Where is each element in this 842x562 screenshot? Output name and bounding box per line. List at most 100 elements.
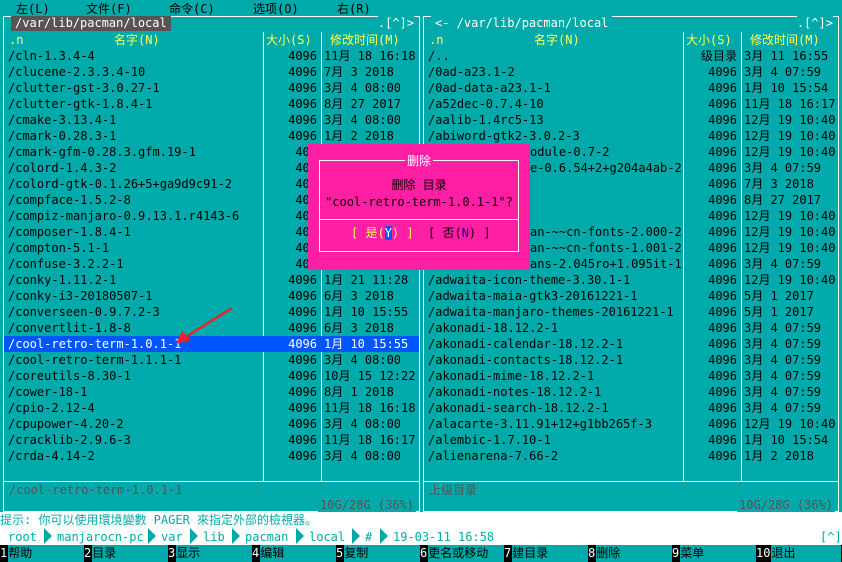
left-col-name[interactable]: 名字(N): [114, 32, 160, 48]
key-f3-view[interactable]: 3显示: [168, 545, 253, 562]
file-mtime: 6月 3 2018: [324, 289, 394, 303]
file-mtime: 10月 15 12:22: [324, 369, 416, 383]
file-row[interactable]: /conky-i3-20180507-1 4096 6月 3 2018: [4, 288, 419, 304]
file-name: odule-0.7-2: [530, 145, 610, 159]
file-row[interactable]: /clutter-gtk-1.8.4-1 4096 8月 27 2017: [4, 96, 419, 112]
left-col-size[interactable]: 大小(S): [266, 32, 312, 48]
file-size: 4096: [288, 417, 317, 431]
file-size: 4096: [708, 241, 737, 255]
command-line[interactable]: root manjarocn-pc var lib pacman local #…: [0, 528, 842, 545]
file-size: 4096: [708, 417, 737, 431]
menu-file[interactable]: 文件(F): [86, 1, 132, 17]
file-row[interactable]: /akonadi-search-18.12.2-1 4096 3月 4 07:59: [424, 400, 838, 416]
right-panel-path[interactable]: <- /var/lib/pacman/local: [431, 16, 613, 31]
file-row[interactable]: /clucene-2.3.3.4-10 4096 7月 3 2018: [4, 64, 419, 80]
file-row[interactable]: /.. 级目录 3月 11 16:55: [424, 48, 838, 64]
file-name: /a52dec-0.7.4-10: [428, 97, 544, 111]
key-f10-quit[interactable]: 10退出: [756, 545, 842, 562]
delete-dialog-target: "cool-retro-term-1.0.1-1"?: [325, 195, 513, 209]
file-row[interactable]: /conky-1.11.2-1 4096 1月 21 11:28: [4, 272, 419, 288]
right-col-mtime[interactable]: 修改时间(M): [750, 32, 820, 48]
key-f9-pulldown[interactable]: 9菜单: [672, 545, 757, 562]
file-name: /akonadi-search-18.12.2-1: [428, 401, 609, 415]
file-mtime: 3月 4 08:00: [324, 81, 402, 95]
file-row[interactable]: /akonadi-calendar-18.12.2-1 4096 3月 4 07:…: [424, 336, 838, 352]
left-panel-path[interactable]: /var/lib/pacman/local: [11, 16, 171, 31]
menu-command[interactable]: 命令(C): [169, 1, 215, 17]
file-size: 级目录: [700, 49, 737, 63]
file-row[interactable]: /a52dec-0.7.4-10 4096 11月 18 16:17: [424, 96, 838, 112]
file-row[interactable]: /cool-retro-term-1.1.1-1 4096 3月 4 08:00: [4, 352, 419, 368]
file-row[interactable]: /akonadi-mime-18.12.2-1 4096 3月 4 07:59: [424, 368, 838, 384]
file-size: 4096: [288, 81, 317, 95]
file-name: /compton-5.1-1: [8, 241, 110, 255]
file-row[interactable]: /cmake-3.13.4-1 4096 3月 4 08:00: [4, 112, 419, 128]
key-f5-copy[interactable]: 5复制: [336, 545, 421, 562]
file-row[interactable]: /aalib-1.4rc5-13 4096 12月 19 10:40: [424, 112, 838, 128]
crumb-separator-icon: [296, 528, 304, 544]
file-row[interactable]: /akonadi-18.12.2-1 4096 3月 4 07:59: [424, 320, 838, 336]
file-name: /crda-4.14-2: [8, 449, 95, 463]
file-name: /cool-retro-term-1.1.1-1: [8, 353, 182, 367]
file-row[interactable]: /abiword-gtk2-3.0.2-3 4096 12月 19 10:40: [424, 128, 838, 144]
file-row[interactable]: /adwaita-manjaro-themes-20161221-1 4096 5…: [424, 304, 838, 320]
file-row[interactable]: /cln-1.3.4-4 4096 11月 18 16:18: [4, 48, 419, 64]
file-row[interactable]: /coreutils-8.30-1 4096 10月 15 12:22: [4, 368, 419, 384]
left-col-mtime[interactable]: 修改时间(M): [330, 32, 400, 48]
cmdline-corner[interactable]: [^]: [820, 529, 842, 545]
file-row[interactable]: /0ad-a23.1-2 4096 3月 4 07:59: [424, 64, 838, 80]
file-size: 4096: [708, 65, 737, 79]
file-row[interactable]: /akonadi-notes-18.12.2-1 4096 3月 4 07:59: [424, 384, 838, 400]
file-mtime: 3月 4 08:00: [324, 353, 402, 367]
delete-dialog-message: 删除 目录: [391, 178, 447, 192]
key-number: 2: [84, 546, 93, 560]
file-size: 4096: [288, 129, 317, 143]
file-mtime: 12月 19 10:40: [744, 273, 836, 287]
file-row[interactable]: /alembic-1.7.10-1 4096 1月 10 15:54: [424, 432, 838, 448]
menu-options[interactable]: 选项(O): [253, 1, 299, 17]
file-row[interactable]: /akonadi-contacts-18.12.2-1 4096 3月 4 07:…: [424, 352, 838, 368]
file-row[interactable]: /cracklib-2.9.6-3 4096 11月 18 16:17: [4, 432, 419, 448]
file-row[interactable]: /clutter-gst-3.0.27-1 4096 3月 4 08:00: [4, 80, 419, 96]
right-sort-indicator[interactable]: .n: [429, 32, 443, 48]
file-size: 4096: [288, 449, 317, 463]
file-mtime: 3月 4 08:00: [324, 449, 402, 463]
file-row[interactable]: /cpupower-4.20-2 4096 3月 4 08:00: [4, 416, 419, 432]
file-mtime: 5月 1 2017: [744, 289, 814, 303]
key-f4-edit[interactable]: 4编辑: [252, 545, 337, 562]
crumb-datetime: 19-03-11 16:58: [393, 530, 495, 544]
yes-button[interactable]: [ 是(Y) ]: [351, 225, 414, 241]
file-row[interactable]: /crda-4.14-2 4096 3月 4 08:00: [4, 448, 419, 464]
file-row[interactable]: /alacarte-3.11.91+12+g1bb265f-3 4096 12月 1…: [424, 416, 838, 432]
file-mtime: 3月 4 07:59: [744, 321, 822, 335]
file-row[interactable]: /cmark-0.28.3-1 4096 1月 2 2018: [4, 128, 419, 144]
right-col-size[interactable]: 大小(S): [686, 32, 732, 48]
file-row[interactable]: /adwaita-maia-gtk3-20161221-1 4096 5月 1 2…: [424, 288, 838, 304]
left-panel-corner[interactable]: .[^]>: [377, 16, 414, 31]
menu-left[interactable]: 左(L): [16, 1, 50, 17]
file-name: /cmark-gfm-0.28.3.gfm.19-1: [8, 145, 196, 159]
no-button[interactable]: [ 否(N) ]: [428, 225, 491, 241]
file-row[interactable]: /alienarena-7.66-2 4096 1月 2 2018: [424, 448, 838, 464]
file-mtime: 12月 19 10:40: [744, 417, 836, 431]
file-size: 4096: [708, 289, 737, 303]
file-row[interactable]: /cpio-2.12-4 4096 11月 18 16:18: [4, 400, 419, 416]
file-row[interactable]: /0ad-data-a23.1-1 4096 1月 10 15:54: [424, 80, 838, 96]
key-f1-help[interactable]: 1帮助: [0, 545, 85, 562]
crumb-lib: lib: [203, 530, 225, 544]
key-label: 退出: [771, 545, 842, 562]
key-f6-rename-move[interactable]: 6更名或移动: [420, 545, 505, 562]
key-f8-delete[interactable]: 8删除: [588, 545, 673, 562]
file-name: /conky-i3-20180507-1: [8, 289, 153, 303]
key-number: 9: [672, 546, 681, 560]
file-mtime: 3月 4 07:59: [744, 369, 822, 383]
right-panel-corner[interactable]: .[^]>: [796, 16, 833, 31]
menu-right[interactable]: 右(R): [337, 1, 371, 17]
right-col-name[interactable]: 名字(N): [534, 32, 580, 48]
key-f2-menu[interactable]: 2目录: [84, 545, 169, 562]
left-sort-indicator[interactable]: .n: [9, 32, 23, 48]
file-row[interactable]: /cower-18-1 4096 8月 1 2018: [4, 384, 419, 400]
file-row[interactable]: /adwaita-icon-theme-3.30.1-1 4096 12月 19 1…: [424, 272, 838, 288]
file-name: /akonadi-18.12.2-1: [428, 321, 559, 335]
key-f7-mkdir[interactable]: 7建目录: [504, 545, 589, 562]
